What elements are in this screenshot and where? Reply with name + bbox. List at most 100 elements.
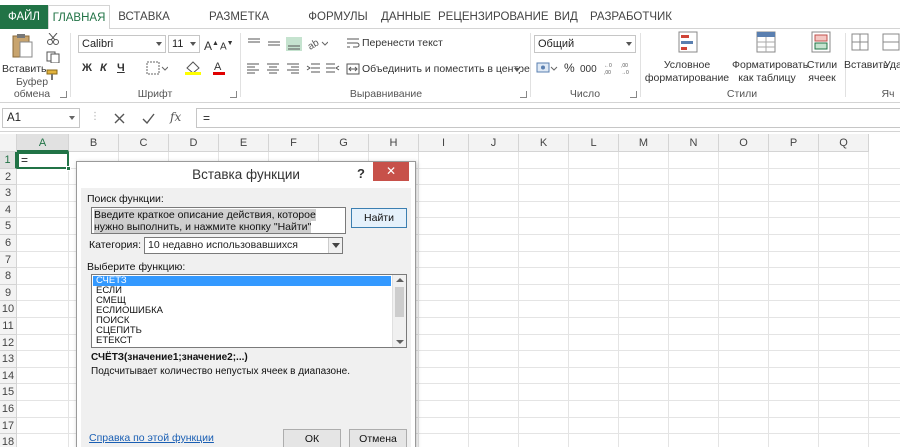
column-header[interactable]: P bbox=[769, 134, 819, 152]
function-list-item[interactable]: ЕСЛИ bbox=[93, 286, 391, 296]
column-header[interactable]: C bbox=[119, 134, 169, 152]
column-header[interactable]: I bbox=[419, 134, 469, 152]
font-size-combo[interactable]: 11 bbox=[168, 35, 200, 53]
row-header[interactable]: 18 bbox=[0, 434, 17, 447]
borders-icon[interactable] bbox=[146, 61, 168, 75]
column-header[interactable]: L bbox=[569, 134, 619, 152]
chevron-down-icon[interactable] bbox=[328, 238, 342, 253]
column-header[interactable]: H bbox=[369, 134, 419, 152]
fill-handle[interactable] bbox=[66, 166, 71, 171]
name-box[interactable]: A1 bbox=[2, 108, 80, 128]
column-header[interactable]: N bbox=[669, 134, 719, 152]
increase-font-icon[interactable]: A▲ bbox=[204, 37, 219, 53]
column-header[interactable]: K bbox=[519, 134, 569, 152]
number-launcher-icon[interactable] bbox=[630, 91, 637, 98]
wrap-text-button[interactable]: Перенести текст bbox=[362, 37, 443, 50]
row-header[interactable]: 1 bbox=[0, 152, 17, 169]
row-header[interactable]: 2 bbox=[0, 168, 17, 186]
tab-insert[interactable]: ВСТАВКА bbox=[112, 5, 176, 29]
conditional-formatting-button[interactable]: Условное форматирование bbox=[644, 31, 730, 87]
row-header[interactable]: 15 bbox=[0, 384, 17, 401]
insert-function-button[interactable]: fx bbox=[170, 110, 181, 124]
tab-developer[interactable]: РАЗРАБОТЧИК bbox=[586, 5, 676, 29]
font-color-icon[interactable]: A bbox=[212, 60, 234, 76]
column-header[interactable]: J bbox=[469, 134, 519, 152]
tab-review[interactable]: РЕЦЕНЗИРОВАНИЕ bbox=[438, 5, 549, 29]
column-header[interactable]: B bbox=[69, 134, 119, 152]
row-header[interactable]: 14 bbox=[0, 367, 17, 385]
column-header[interactable]: G bbox=[319, 134, 369, 152]
column-header[interactable]: E bbox=[219, 134, 269, 152]
row-header[interactable]: 12 bbox=[0, 334, 17, 352]
insert-cells-button[interactable]: Вставить bbox=[844, 31, 889, 87]
number-format-combo[interactable]: Общий bbox=[534, 35, 636, 53]
currency-icon[interactable] bbox=[536, 61, 558, 75]
function-list-item[interactable]: СЧЁТЗ bbox=[93, 276, 391, 286]
tab-view[interactable]: ВИД bbox=[548, 5, 584, 29]
function-list-item[interactable]: ЕСЛИОШИБКА bbox=[93, 306, 391, 316]
tab-file[interactable]: ФАЙЛ bbox=[0, 5, 48, 29]
select-all-corner[interactable] bbox=[0, 134, 17, 152]
ok-button[interactable]: ОК bbox=[283, 429, 341, 447]
function-list-item[interactable]: ЕТЕКСТ bbox=[93, 336, 391, 346]
scroll-down-icon[interactable] bbox=[396, 340, 404, 344]
merge-center-button[interactable]: Объединить и поместить в центре bbox=[362, 63, 530, 76]
column-header[interactable]: O bbox=[719, 134, 769, 152]
row-header[interactable]: 5 bbox=[0, 218, 17, 235]
alignment-launcher-icon[interactable] bbox=[520, 91, 527, 98]
cut-icon[interactable] bbox=[46, 33, 60, 45]
fill-color-icon[interactable] bbox=[184, 60, 208, 76]
tab-home[interactable]: ГЛАВНАЯ bbox=[48, 5, 110, 30]
function-list-scrollbar[interactable] bbox=[392, 275, 406, 347]
vertical-align-icons[interactable] bbox=[246, 37, 304, 51]
bold-button[interactable]: Ж bbox=[82, 62, 92, 75]
close-icon[interactable]: ✕ bbox=[373, 162, 409, 181]
row-header[interactable]: 9 bbox=[0, 284, 17, 302]
row-header[interactable]: 4 bbox=[0, 201, 17, 219]
column-header[interactable]: F bbox=[269, 134, 319, 152]
decimal-icons[interactable]: ←0,00 ,00→0 bbox=[604, 61, 636, 75]
row-header[interactable]: 10 bbox=[0, 301, 17, 318]
decrease-font-icon[interactable]: A▼ bbox=[220, 37, 234, 53]
copy-icon[interactable] bbox=[46, 51, 60, 63]
cancel-entry-icon[interactable] bbox=[114, 113, 125, 124]
tab-data[interactable]: ДАННЫЕ bbox=[376, 5, 436, 29]
column-header[interactable]: M bbox=[619, 134, 669, 152]
row-header[interactable]: 8 bbox=[0, 268, 17, 285]
confirm-entry-icon[interactable] bbox=[142, 113, 155, 124]
function-list[interactable]: ЕТЕКСТ СЦЕПИТЬ ПОИСК ЕСЛИОШИБКА СМЕЩ ЕСЛИ СЧЁТ… bbox=[91, 274, 407, 348]
row-header[interactable]: 3 bbox=[0, 185, 17, 202]
active-cell[interactable]: = bbox=[17, 152, 71, 171]
column-header[interactable]: D bbox=[169, 134, 219, 152]
row-header[interactable]: 17 bbox=[0, 417, 17, 435]
formula-input[interactable]: = bbox=[196, 108, 900, 128]
font-launcher-icon[interactable] bbox=[230, 91, 237, 98]
indent-icons[interactable] bbox=[306, 63, 340, 75]
underline-button[interactable]: Ч bbox=[117, 62, 125, 75]
orientation-icon[interactable]: ab bbox=[306, 35, 328, 51]
scroll-up-icon[interactable] bbox=[396, 278, 404, 282]
row-header[interactable]: 11 bbox=[0, 318, 17, 335]
row-header[interactable]: 13 bbox=[0, 351, 17, 368]
find-button[interactable]: Найти bbox=[351, 208, 407, 228]
delete-cells-button[interactable]: Уда bbox=[880, 31, 900, 87]
row-header[interactable]: 7 bbox=[0, 251, 17, 269]
format-as-table-button[interactable]: Форматировать как таблицу bbox=[732, 31, 808, 87]
merge-dropdown-icon[interactable] bbox=[514, 68, 520, 72]
cancel-button[interactable]: Отмена bbox=[349, 429, 407, 447]
tab-page-layout[interactable]: РАЗМЕТКА СТРАНИЦЫ bbox=[178, 5, 300, 47]
function-list-item[interactable]: ПОИСК bbox=[93, 316, 391, 326]
cell-styles-button[interactable]: Стили ячеек bbox=[802, 31, 842, 87]
font-name-combo[interactable]: Calibri bbox=[78, 35, 166, 53]
column-header[interactable]: Q bbox=[819, 134, 869, 152]
percent-button[interactable]: % bbox=[564, 62, 575, 75]
clipboard-launcher-icon[interactable] bbox=[60, 91, 67, 98]
thousands-button[interactable]: 000 bbox=[580, 63, 597, 76]
function-list-item[interactable]: СМЕЩ bbox=[93, 296, 391, 306]
category-select[interactable]: 10 недавно использовавшихся bbox=[144, 237, 343, 254]
help-icon[interactable]: ? bbox=[357, 164, 371, 184]
function-list-item[interactable]: СЦЕПИТЬ bbox=[93, 326, 391, 336]
row-header[interactable]: 16 bbox=[0, 401, 17, 418]
search-input[interactable]: Введите краткое описание действия, котор… bbox=[91, 207, 346, 234]
function-help-link[interactable]: Справка по этой функции bbox=[89, 432, 214, 444]
